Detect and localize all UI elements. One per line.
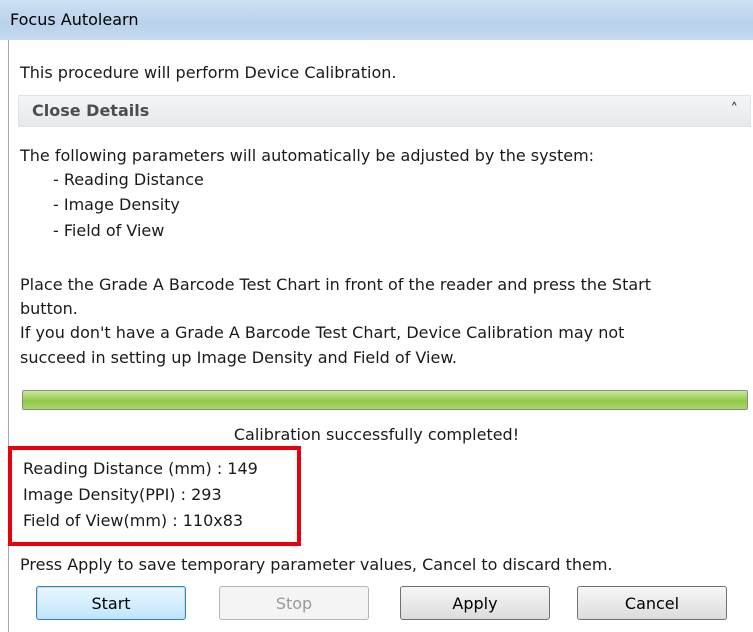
param-item-field-of-view: - Field of View <box>53 221 165 240</box>
title-bar: Focus Autolearn <box>0 0 753 40</box>
close-details-label: Close Details <box>32 101 150 120</box>
progress-fill <box>23 391 747 409</box>
calibration-progress-bar <box>22 390 748 410</box>
param-item-image-density: - Image Density <box>53 195 180 214</box>
cancel-button[interactable]: Cancel <box>577 586 727 620</box>
start-button[interactable]: Start <box>36 586 186 620</box>
footer-note: Press Apply to save temporary parameter … <box>20 555 613 574</box>
apply-button[interactable]: Apply <box>400 586 550 620</box>
instruction-line-2: button. <box>20 299 78 318</box>
instruction-line-3: If you don't have a Grade A Barcode Test… <box>20 323 625 342</box>
result-reading-distance: Reading Distance (mm) : 149 <box>23 459 258 478</box>
stop-button[interactable]: Stop <box>219 586 369 620</box>
intro-text: This procedure will perform Device Calib… <box>20 63 397 82</box>
results-highlight-box: Reading Distance (mm) : 149 Image Densit… <box>8 446 301 546</box>
instruction-line-4: succeed in setting up Image Density and … <box>20 348 458 367</box>
instruction-line-1: Place the Grade A Barcode Test Chart in … <box>20 275 652 294</box>
close-details-bar[interactable]: Close Details ˄ <box>18 95 751 127</box>
window-title: Focus Autolearn <box>10 10 139 29</box>
chevron-up-icon[interactable]: ˄ <box>731 100 739 118</box>
param-item-reading-distance: - Reading Distance <box>53 170 204 189</box>
result-image-density: Image Density(PPI) : 293 <box>23 485 222 504</box>
status-message: Calibration successfully completed! <box>233 425 520 444</box>
result-field-of-view: Field of View(mm) : 110x83 <box>23 511 244 530</box>
params-heading: The following parameters will automatica… <box>20 146 595 165</box>
